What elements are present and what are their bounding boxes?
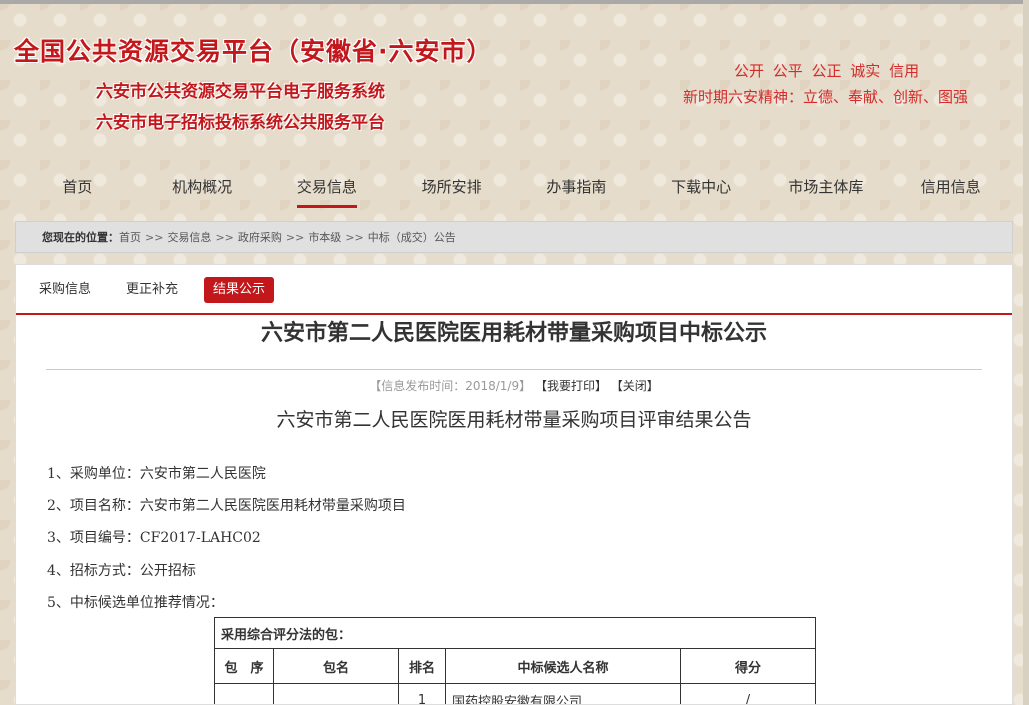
- col-header-package-no: 包 序: [214, 648, 274, 684]
- close-link[interactable]: 【关闭】: [611, 379, 659, 393]
- tab-procurement-info[interactable]: 采购信息: [30, 277, 100, 303]
- slogan-spirit: 新时期六安精神：立德、奉献、创新、图强: [683, 88, 969, 106]
- breadcrumb-separator: >>: [145, 231, 164, 244]
- col-header-candidate-name: 中标候选人名称: [445, 648, 681, 684]
- breadcrumb-separator: >>: [215, 231, 234, 244]
- article-title: 六安市第二人民医院医用耗材带量采购项目中标公示: [260, 321, 767, 346]
- content-panel: 采购信息 更正补充 结果公示 六安市第二人民医院医用耗材带量采购项目中标公示 【…: [15, 264, 1013, 705]
- breadcrumb-separator: >>: [345, 231, 364, 244]
- site-subtitle-1: 六安市公共资源交易平台电子服务系统: [96, 82, 385, 102]
- print-link[interactable]: 【我要打印】: [535, 379, 607, 393]
- nav-item-downloads[interactable]: 下载中心: [639, 170, 764, 206]
- publish-time: 【信息发布时间：2018/1/9】: [369, 379, 532, 393]
- site-title: 全国公共资源交易平台（安徽省·六安市）: [14, 37, 493, 66]
- tab-result-notice[interactable]: 结果公示: [204, 277, 275, 303]
- article-subtitle: 六安市第二人民医院医用耗材带量采购项目评审结果公告: [276, 409, 752, 431]
- breadcrumb-item-home[interactable]: 首页: [119, 231, 141, 244]
- page-scrollbar[interactable]: [1023, 0, 1029, 705]
- nav-item-home[interactable]: 首页: [15, 170, 140, 206]
- cell-score: /: [680, 683, 816, 704]
- table-row: 1 国药控股安徽有限公司 /: [214, 683, 816, 704]
- breadcrumb: 您现在的位置：首页 >> 交易信息 >> 政府采购 >> 市本级 >> 中标（成交）公告: [15, 221, 1013, 253]
- nav-item-guide[interactable]: 办事指南: [514, 170, 639, 206]
- breadcrumb-separator: >>: [285, 231, 305, 244]
- table-caption: 采用综合评分法的包：: [214, 617, 816, 649]
- site-subtitle-2: 六安市电子招标投标系统公共服务平台: [96, 113, 385, 133]
- cell-package-name: [273, 683, 399, 704]
- title-divider: [46, 369, 982, 370]
- info-purchaser: 1、采购单位：六安市第二人民医院: [47, 466, 266, 482]
- info-tender-method: 4、招标方式：公开招标: [47, 563, 196, 579]
- nav-item-market-subjects[interactable]: 市场主体库: [764, 170, 889, 206]
- col-header-rank: 排名: [398, 648, 446, 684]
- col-header-package-name: 包名: [273, 648, 399, 684]
- breadcrumb-item-gov-procurement[interactable]: 政府采购: [238, 231, 282, 244]
- breadcrumb-label: 您现在的位置：: [42, 231, 119, 244]
- nav-item-venue[interactable]: 场所安排: [389, 170, 514, 206]
- main-nav: 首页 机构概况 交易信息 场所安排 办事指南 下载中心 市场主体库 信用信息: [15, 170, 1013, 208]
- cell-package-no: [214, 683, 274, 704]
- nav-item-about[interactable]: 机构概况: [140, 170, 265, 206]
- article-meta: 【信息发布时间：2018/1/9】 【我要打印】 【关闭】: [16, 377, 1012, 394]
- cell-candidate-name: 国药控股安徽有限公司: [445, 683, 681, 704]
- slogan-values: 公开 公平 公正 诚实 信用: [734, 62, 920, 80]
- tab-correction[interactable]: 更正补充: [117, 277, 187, 303]
- breadcrumb-item-trade-info[interactable]: 交易信息: [167, 231, 211, 244]
- info-project-code: 3、项目编号：CF2017-LAHC02: [47, 530, 261, 546]
- result-table: 采用综合评分法的包： 包 序 包名 排名 中标候选人名称 得分 1 国药控股安徽…: [214, 617, 816, 704]
- info-candidates: 5、中标候选单位推荐情况：: [47, 595, 224, 611]
- col-header-score: 得分: [680, 648, 816, 684]
- info-project-name: 2、项目名称：六安市第二人民医院医用耗材带量采购项目: [47, 498, 406, 514]
- nav-item-credit[interactable]: 信用信息: [888, 170, 1013, 206]
- breadcrumb-item-city-level[interactable]: 市本级: [308, 231, 341, 244]
- browser-top-strip: [0, 0, 1029, 4]
- category-tabs: 采购信息 更正补充 结果公示: [16, 265, 1012, 315]
- nav-item-trade-info[interactable]: 交易信息: [265, 170, 390, 208]
- cell-rank: 1: [398, 683, 446, 704]
- breadcrumb-item-award-notice[interactable]: 中标（成交）公告: [368, 231, 456, 244]
